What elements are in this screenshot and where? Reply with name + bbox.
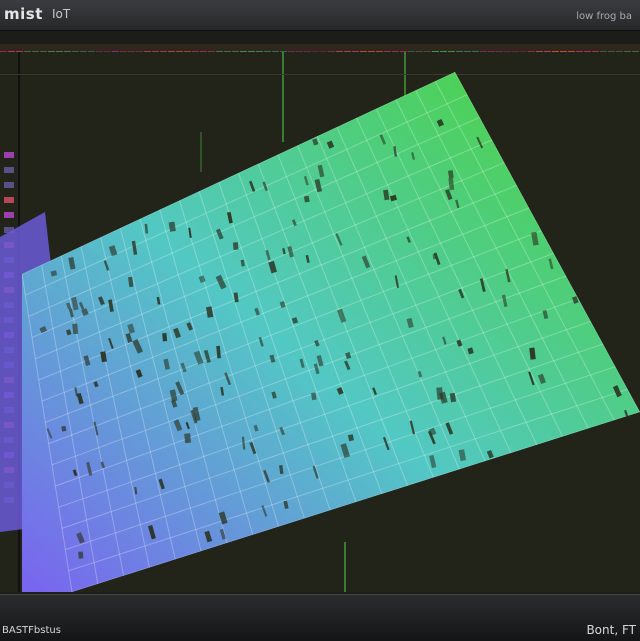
spreadsheet-sheet[interactable] — [0, 52, 640, 592]
status-left-label: BASTFbstus — [2, 625, 61, 636]
sheet-surface — [22, 72, 640, 592]
color-strip — [0, 44, 640, 59]
cell-mark — [162, 333, 168, 342]
cell-mark — [78, 551, 84, 559]
title-right-label: low frog ba — [576, 11, 632, 22]
cell-mark — [72, 323, 79, 335]
title-bar: mist IoT low frog ba — [0, 0, 640, 31]
status-bar: BASTFbstus Bont, FT — [0, 594, 640, 641]
cell-mark — [432, 253, 437, 260]
cell-mark — [184, 433, 192, 444]
cell-mark — [232, 242, 239, 251]
app-title: mist — [4, 5, 43, 23]
cell-mark — [61, 425, 67, 432]
app-subtitle: IoT — [52, 7, 71, 21]
status-right-label: Bont, FT — [586, 623, 636, 637]
workspace[interactable] — [0, 52, 640, 592]
